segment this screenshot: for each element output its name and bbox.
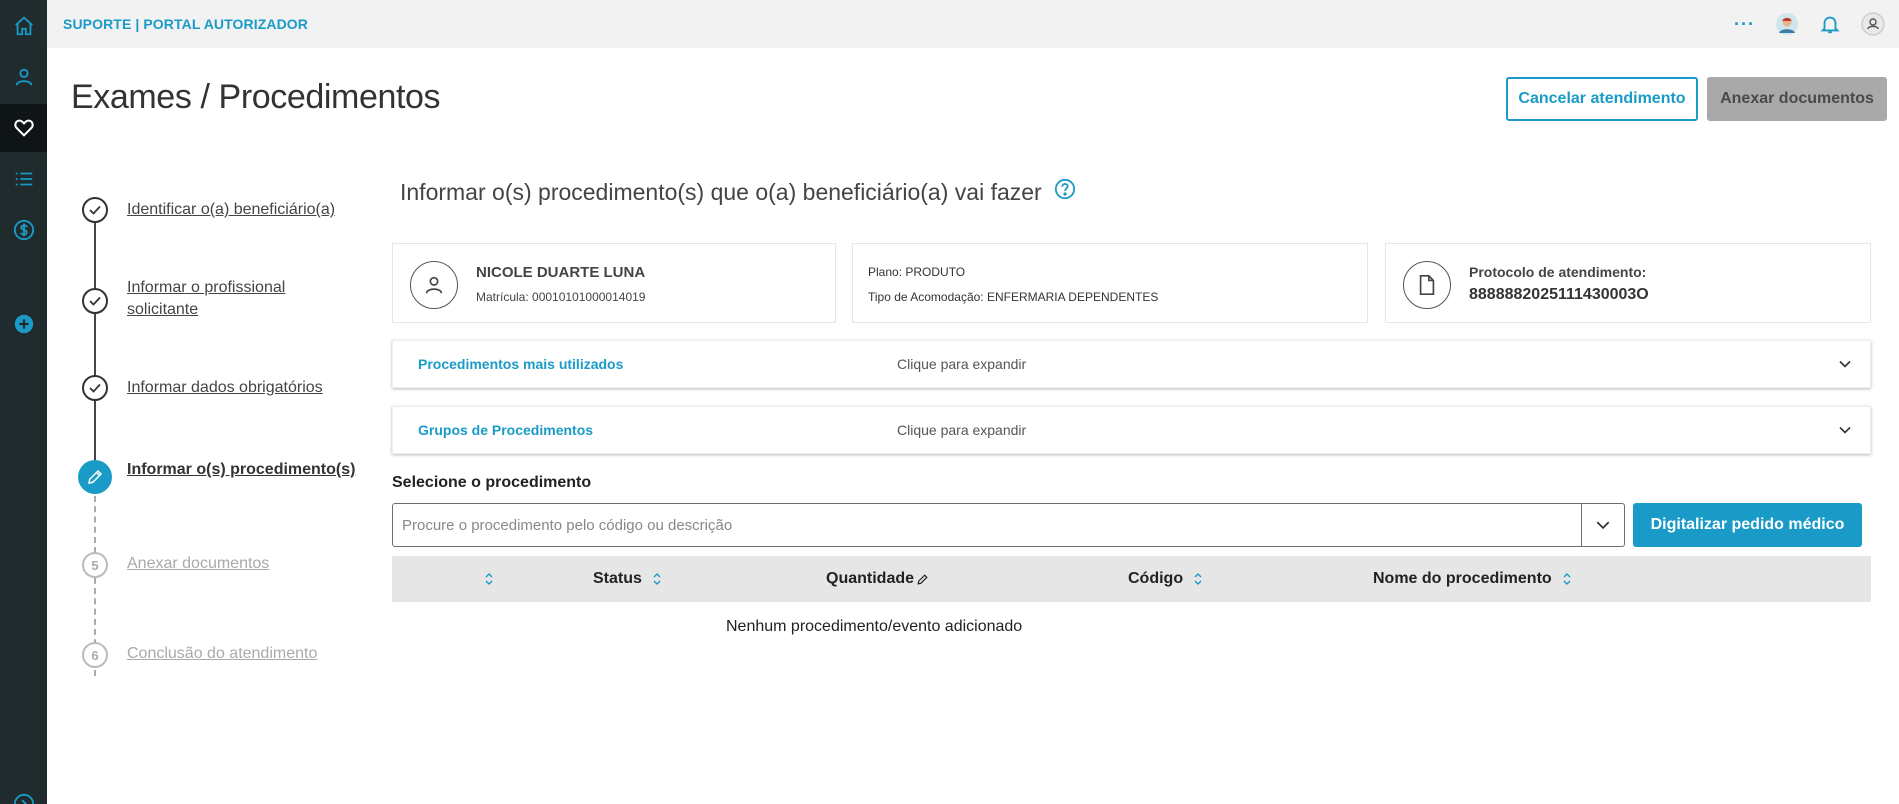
- document-icon: [1403, 261, 1451, 309]
- column-header-procedure-name[interactable]: Nome do procedimento: [1373, 556, 1572, 602]
- accordion-groups[interactable]: Grupos de Procedimentos Clique para expa…: [392, 406, 1871, 454]
- column-header-quantity[interactable]: Quantidade: [826, 556, 929, 602]
- attach-documents-button[interactable]: Anexar documentos: [1707, 77, 1887, 121]
- user-icon[interactable]: [0, 53, 47, 101]
- protocol-number: 8888882025111430003O: [1469, 286, 1649, 303]
- protocol-label: Protocolo de atendimento:: [1469, 264, 1647, 280]
- section-title-text: Informar o(s) procedimento(s) que o(a) b…: [400, 178, 1042, 205]
- check-icon: [82, 197, 108, 223]
- expand-rail-icon[interactable]: [0, 780, 47, 804]
- app-root: SUPORTE | PORTAL AUTORIZADOR ··· Exames …: [0, 0, 1899, 804]
- user-avatar-icon[interactable]: [1861, 12, 1885, 36]
- heart-icon[interactable]: [0, 104, 47, 152]
- dropdown-toggle[interactable]: [1581, 504, 1624, 546]
- protocol-card: Protocolo de atendimento: 88888820251114…: [1385, 243, 1871, 323]
- section-title: Informar o(s) procedimento(s) que o(a) b…: [400, 178, 1076, 206]
- step-number: 5: [82, 552, 108, 578]
- top-bar: SUPORTE | PORTAL AUTORIZADOR ···: [47, 0, 1899, 48]
- column-header-label: Status: [593, 570, 642, 587]
- sort-icon: [1563, 573, 1571, 585]
- dollar-icon[interactable]: [0, 206, 47, 254]
- plus-circle-icon[interactable]: [0, 300, 47, 348]
- progress-stepper: Identificar o(a) beneficiário(a) Informa…: [78, 190, 368, 680]
- column-header-status[interactable]: Status: [593, 556, 662, 602]
- digitize-medical-order-button[interactable]: Digitalizar pedido médico: [1633, 503, 1862, 547]
- more-options-icon[interactable]: ···: [1734, 14, 1755, 35]
- column-header-select[interactable]: [474, 556, 494, 602]
- column-header-code[interactable]: Código: [1128, 556, 1203, 602]
- step-label[interactable]: Identificar o(a) beneficiário(a): [127, 199, 335, 221]
- beneficiary-matricula: Matrícula: 00010101000014019: [476, 290, 646, 304]
- step-number: 6: [82, 642, 108, 668]
- chevron-down-icon[interactable]: [1838, 423, 1852, 442]
- beneficiary-name: NICOLE DUARTE LUNA: [476, 264, 646, 281]
- page-title: Exames / Procedimentos: [71, 78, 441, 116]
- plan-name: Plano: PRODUTO: [868, 265, 966, 279]
- pencil-icon: [78, 460, 112, 494]
- accordion-title[interactable]: Procedimentos mais utilizados: [418, 356, 623, 372]
- cancel-attendance-button[interactable]: Cancelar atendimento: [1506, 77, 1698, 121]
- list-icon[interactable]: [0, 155, 47, 203]
- check-icon: [82, 288, 108, 314]
- sort-icon: [653, 573, 661, 585]
- step-label: Conclusão do atendimento: [127, 645, 318, 662]
- column-header-label: Quantidade: [826, 570, 915, 587]
- table-empty-message: Nenhum procedimento/evento adicionado: [726, 618, 1023, 635]
- check-icon: [82, 375, 108, 401]
- beneficiary-card: NICOLE DUARTE LUNA Matrícula: 0001010100…: [392, 243, 836, 323]
- doctor-avatar-icon[interactable]: [1775, 12, 1799, 36]
- step-label[interactable]: Informar dados obrigatórios: [127, 377, 323, 399]
- user-icon: [410, 261, 458, 309]
- column-header-label: Nome do procedimento: [1373, 570, 1552, 587]
- home-icon[interactable]: [0, 2, 47, 50]
- sort-icon: [485, 573, 493, 585]
- accordion-hint: Clique para expandir: [897, 356, 1027, 372]
- chevron-down-icon[interactable]: [1838, 357, 1852, 376]
- pencil-icon: [917, 573, 928, 585]
- accordion-most-used[interactable]: Procedimentos mais utilizados Clique par…: [392, 340, 1871, 388]
- step-label: Anexar documentos: [127, 555, 270, 572]
- side-rail: [0, 0, 47, 804]
- help-icon[interactable]: [1054, 178, 1076, 206]
- procedure-search-input[interactable]: [393, 504, 1581, 546]
- top-actions: ···: [1734, 0, 1885, 48]
- step-label[interactable]: Informar o(s) procedimento(s): [127, 459, 355, 481]
- procedure-combobox[interactable]: [392, 503, 1625, 547]
- stepper-line-done: [94, 210, 96, 481]
- step-label[interactable]: Informar o profissional solicitante: [127, 277, 327, 321]
- accommodation-type: Tipo de Acomodação: ENFERMARIA DEPENDENT…: [868, 290, 1159, 304]
- app-title: SUPORTE | PORTAL AUTORIZADOR: [63, 16, 308, 32]
- accordion-title[interactable]: Grupos de Procedimentos: [418, 422, 593, 438]
- select-procedure-label: Selecione o procedimento: [392, 474, 592, 491]
- column-header-label: Código: [1128, 570, 1184, 587]
- procedures-table-header: Status Quantidade Código Nome do procedi…: [392, 556, 1871, 602]
- chevron-down-icon: [1596, 521, 1610, 530]
- plan-card: Plano: PRODUTO Tipo de Acomodação: ENFER…: [852, 243, 1368, 323]
- accordion-hint: Clique para expandir: [897, 422, 1027, 438]
- sort-icon: [1194, 573, 1202, 585]
- bell-icon[interactable]: [1819, 13, 1841, 35]
